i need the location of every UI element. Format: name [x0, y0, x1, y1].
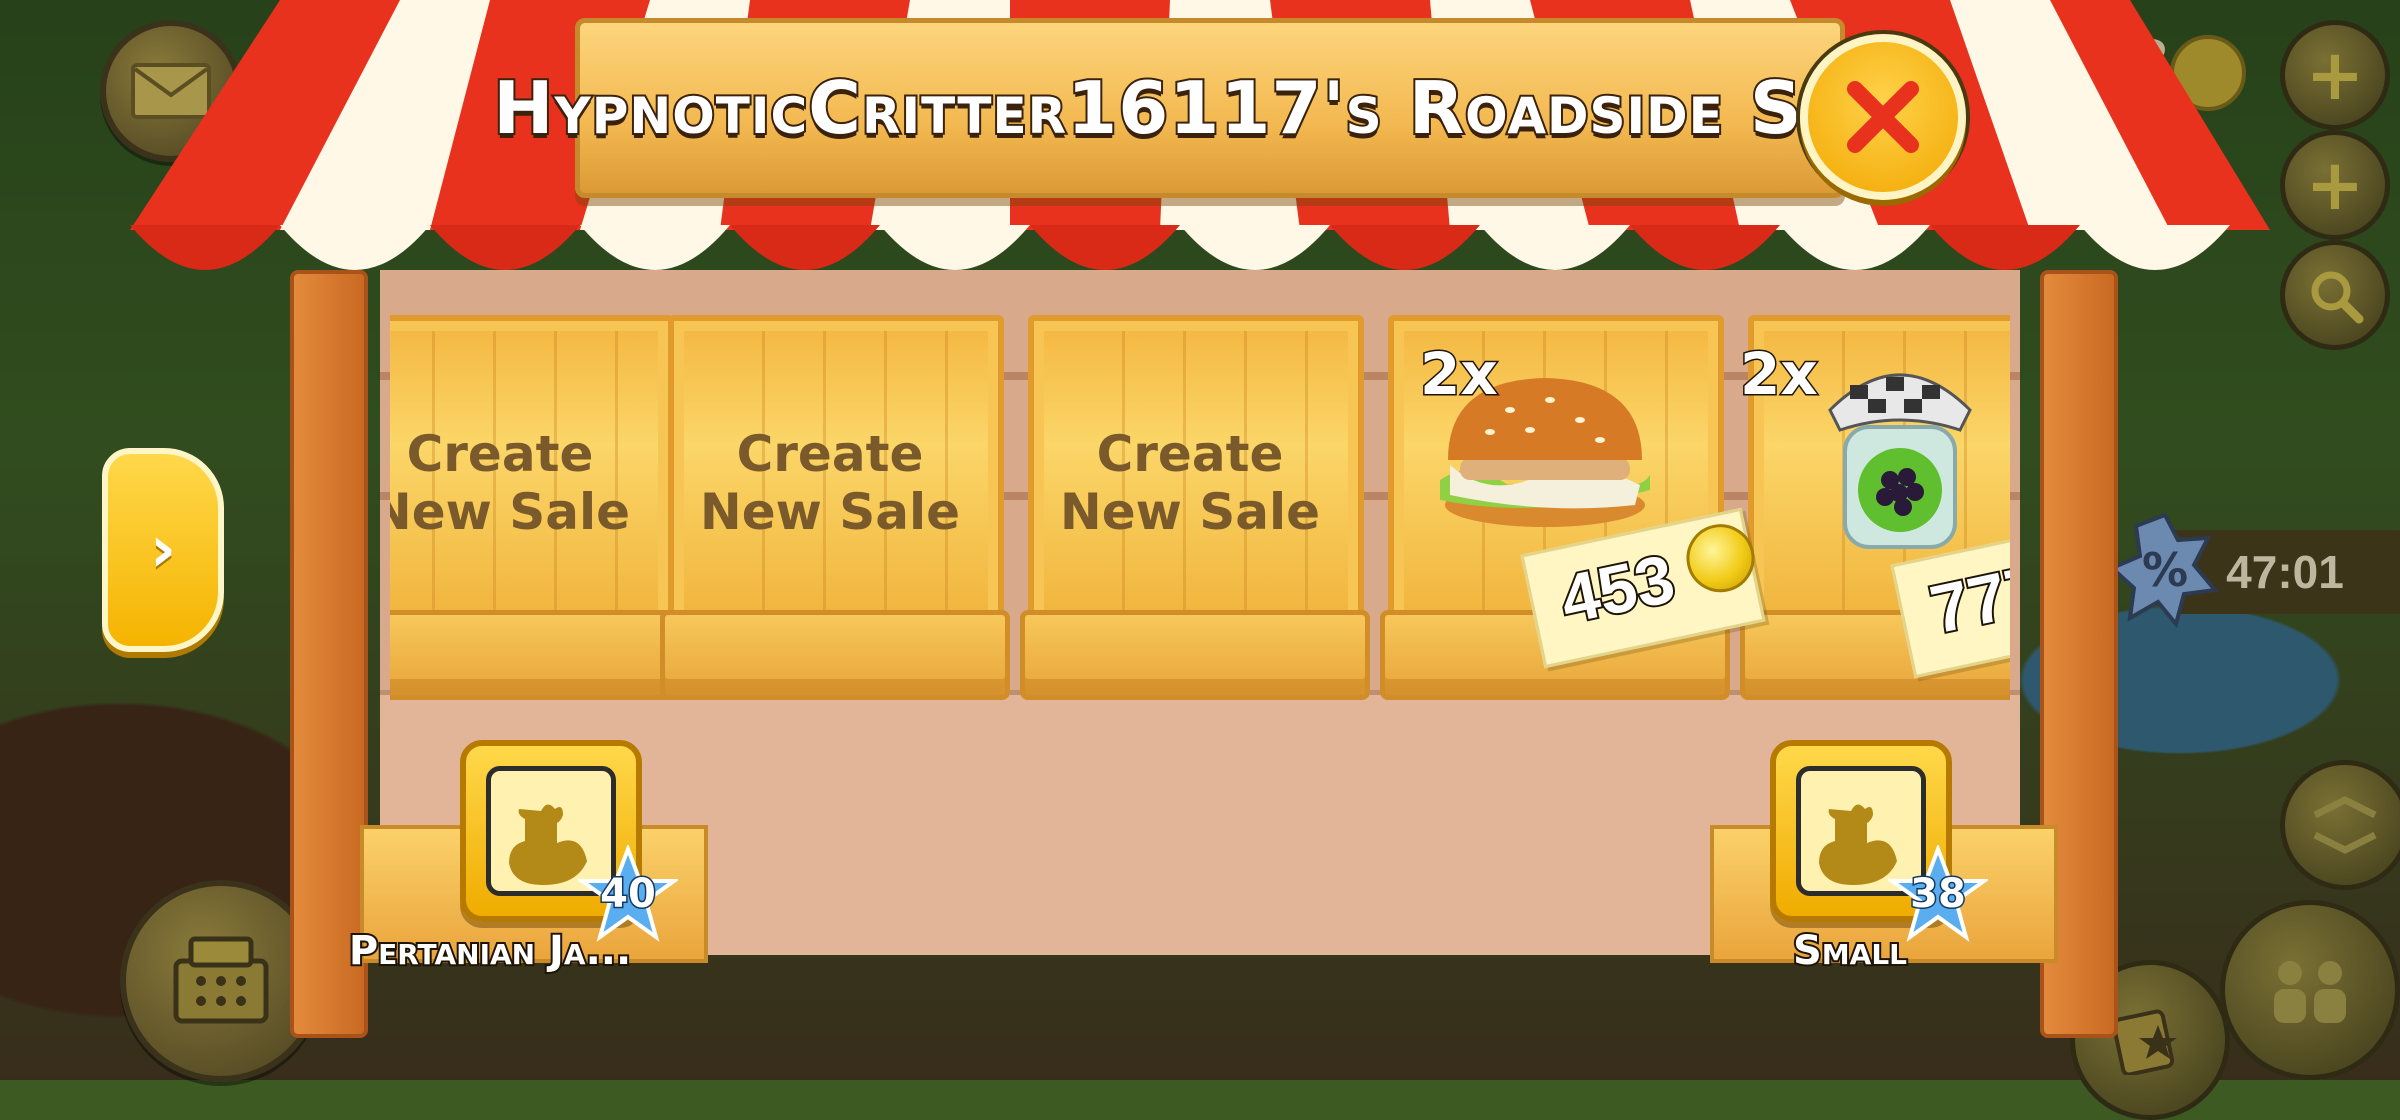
crate-base: [1020, 610, 1370, 700]
previous-shop-button[interactable]: ›: [102, 448, 224, 652]
crate-jam-sale[interactable]: 2x 777: [1739, 310, 2010, 700]
create-new-sale-label: Create New Sale: [699, 425, 961, 541]
crate-base: [390, 610, 680, 700]
visitor-card[interactable]: 40 Pertanian Ja...: [347, 740, 708, 1000]
sale-crates-row: Create New Sale Create New Sale Create New …: [390, 310, 2010, 700]
crate-empty[interactable]: Create New Sale: [1020, 310, 1370, 700]
price-value: 453: [1552, 538, 1683, 640]
visitor-level: 40: [599, 870, 658, 919]
roadside-shop-panel: Create New Sale Create New Sale Create New …: [0, 0, 2400, 1080]
create-new-sale-label: Create New Sale: [390, 425, 631, 541]
jam-jar-icon: [1828, 373, 1972, 549]
close-button[interactable]: [1800, 34, 1966, 200]
crate-empty[interactable]: Create New Sale: [390, 310, 680, 700]
close-icon: [1847, 81, 1919, 153]
visitor-level: 38: [1909, 870, 1968, 919]
price-value: 777: [1922, 548, 2010, 650]
crate-empty[interactable]: Create New Sale: [660, 310, 1010, 700]
crate-burger-sale[interactable]: 2x 453: [1380, 310, 1766, 700]
create-new-sale-label: Create New Sale: [1059, 425, 1321, 541]
item-quantity: 2x: [1419, 339, 1500, 410]
chevron-right-icon: ›: [149, 513, 177, 587]
shop-title-banner: HypnoticCritter16117's Roadside Shop: [491, 18, 1928, 198]
level-star: 40: [575, 843, 681, 945]
item-quantity: 2x: [1739, 339, 1820, 410]
crate-base: [660, 610, 1010, 700]
level-star: 38: [1885, 843, 1991, 945]
shop-title: HypnoticCritter16117's Roadside Shop: [491, 64, 1927, 152]
visitor-card[interactable]: 38 Small: [1710, 740, 2058, 1000]
left-post: [290, 270, 368, 1038]
